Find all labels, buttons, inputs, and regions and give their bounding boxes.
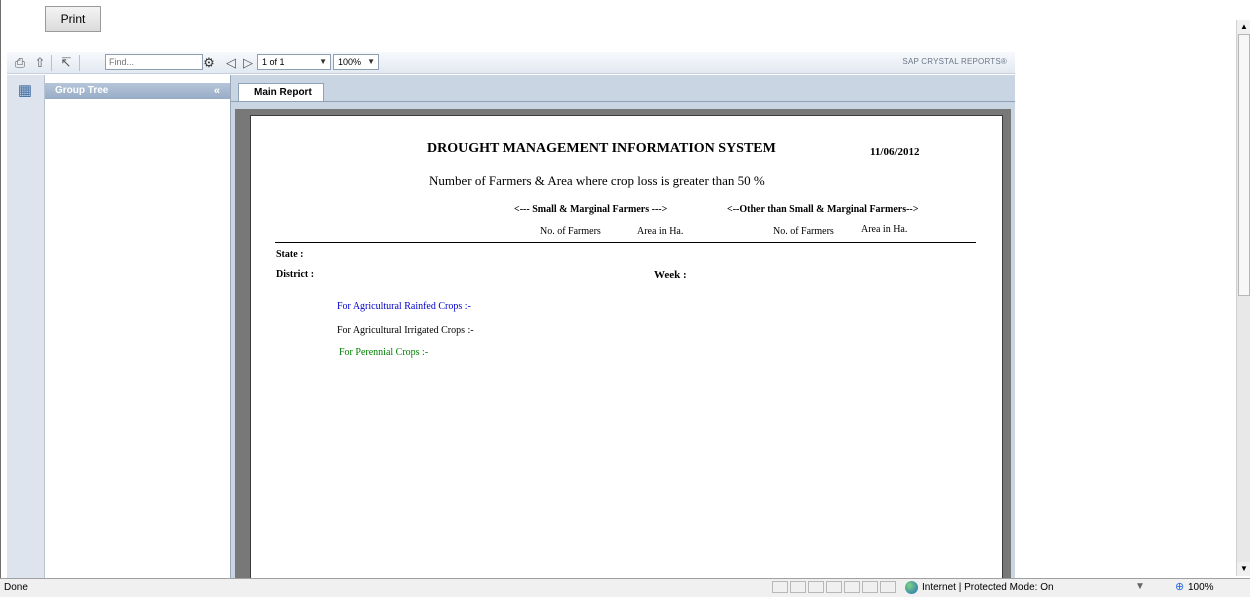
report-page: DROUGHT MANAGEMENT INFORMATION SYSTEM 11… — [250, 115, 1003, 579]
group-tree-toggle-icon[interactable]: ▦ — [15, 81, 35, 101]
state-label: State : — [276, 249, 304, 260]
column-header-area-other: Area in Ha. — [861, 224, 908, 235]
report-subtitle: Number of Farmers & Area where crop loss… — [429, 173, 765, 188]
chevron-down-icon: ▼ — [319, 57, 327, 66]
small-marginal-header: <--- Small & Marginal Farmers ---> — [514, 204, 668, 215]
status-cell — [844, 581, 860, 593]
status-cell — [808, 581, 824, 593]
group-tree-header: Group Tree « — [45, 83, 230, 99]
next-page-icon[interactable]: ▷ — [240, 55, 256, 71]
report-date: 11/06/2012 — [870, 146, 920, 158]
rainfed-crops-label: For Agricultural Rainfed Crops :- — [337, 301, 471, 312]
collapse-icon[interactable]: « — [214, 83, 220, 99]
report-frame: DROUGHT MANAGEMENT INFORMATION SYSTEM 11… — [235, 109, 1011, 579]
column-header-area-small: Area in Ha. — [637, 226, 684, 237]
find-input[interactable] — [105, 54, 203, 70]
refresh-icon[interactable]: ↸ — [58, 55, 74, 71]
security-zone-text: Internet | Protected Mode: On — [922, 582, 1054, 593]
page-selector[interactable]: 1 of 1 ▼ — [257, 54, 331, 70]
tab-main-report[interactable]: Main Report — [238, 83, 324, 102]
side-panel-strip: ▦ — [7, 75, 45, 578]
window-left-border — [0, 0, 1, 578]
export-icon[interactable]: ⇧ — [32, 55, 48, 71]
report-title: DROUGHT MANAGEMENT INFORMATION SYSTEM — [427, 141, 776, 156]
status-bar: Done Internet | Protected Mode: On ▼ ⊕ 1… — [0, 578, 1250, 597]
protected-mode-icon[interactable]: ▼ — [1135, 581, 1147, 593]
status-cell — [790, 581, 806, 593]
group-tree-panel: Group Tree « — [45, 75, 231, 578]
chevron-down-icon: ▼ — [367, 57, 375, 66]
district-label: District : — [276, 269, 315, 280]
status-cell — [880, 581, 896, 593]
sap-crystal-reports-logo: SAP CRYSTAL REPORTS® — [902, 57, 1007, 66]
irrigated-crops-label: For Agricultural Irrigated Crops :- — [337, 325, 474, 336]
header-rule — [275, 242, 976, 243]
zoom-icon[interactable]: ⊕ — [1175, 580, 1184, 593]
perennial-crops-label: For Perennial Crops :- — [339, 347, 429, 358]
scrollbar-thumb[interactable] — [1238, 34, 1250, 296]
column-header-farmers-other: No. of Farmers — [773, 226, 834, 237]
group-tree-title: Group Tree — [55, 85, 109, 96]
zoom-selector-value: 100% — [338, 57, 362, 67]
scroll-down-arrow-icon[interactable]: ▼ — [1237, 562, 1250, 576]
zoom-selector[interactable]: 100% ▼ — [333, 54, 379, 70]
status-cell — [862, 581, 878, 593]
binoculars-icon[interactable]: ⚙ — [201, 55, 217, 71]
status-text: Done — [4, 582, 28, 593]
toolbar-separator — [51, 55, 52, 71]
print-button[interactable]: Print — [45, 6, 101, 32]
prev-page-icon[interactable]: ◁ — [223, 55, 239, 71]
scroll-up-arrow-icon[interactable]: ▲ — [1237, 20, 1250, 34]
tab-divider — [231, 101, 1015, 102]
status-cell — [772, 581, 788, 593]
main-report-area: Main Report DROUGHT MANAGEMENT INFORMATI… — [231, 75, 1015, 579]
week-label: Week : — [654, 269, 687, 281]
other-farmers-header: <--Other than Small & Marginal Farmers--… — [727, 204, 919, 215]
print-icon[interactable]: ⎙ — [12, 55, 28, 71]
internet-zone-globe-icon — [905, 581, 918, 594]
status-cell — [826, 581, 842, 593]
column-header-farmers-small: No. of Farmers — [540, 226, 601, 237]
report-toolbar: ⎙ ⇧ ↸ ⚙ ◁ ▷ 1 of 1 ▼ 100% ▼ SAP CRYSTAL … — [7, 52, 1015, 74]
zoom-level[interactable]: 100% — [1188, 582, 1214, 593]
toolbar-separator — [79, 55, 80, 71]
page-selector-value: 1 of 1 — [262, 57, 285, 67]
vertical-scrollbar[interactable]: ▲ ▼ — [1236, 20, 1250, 576]
